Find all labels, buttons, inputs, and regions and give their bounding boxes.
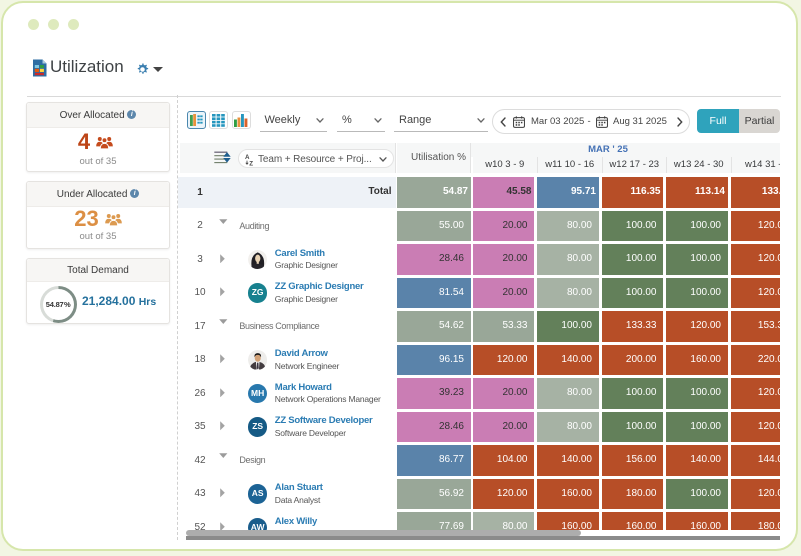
svg-text:Z: Z bbox=[249, 160, 253, 166]
